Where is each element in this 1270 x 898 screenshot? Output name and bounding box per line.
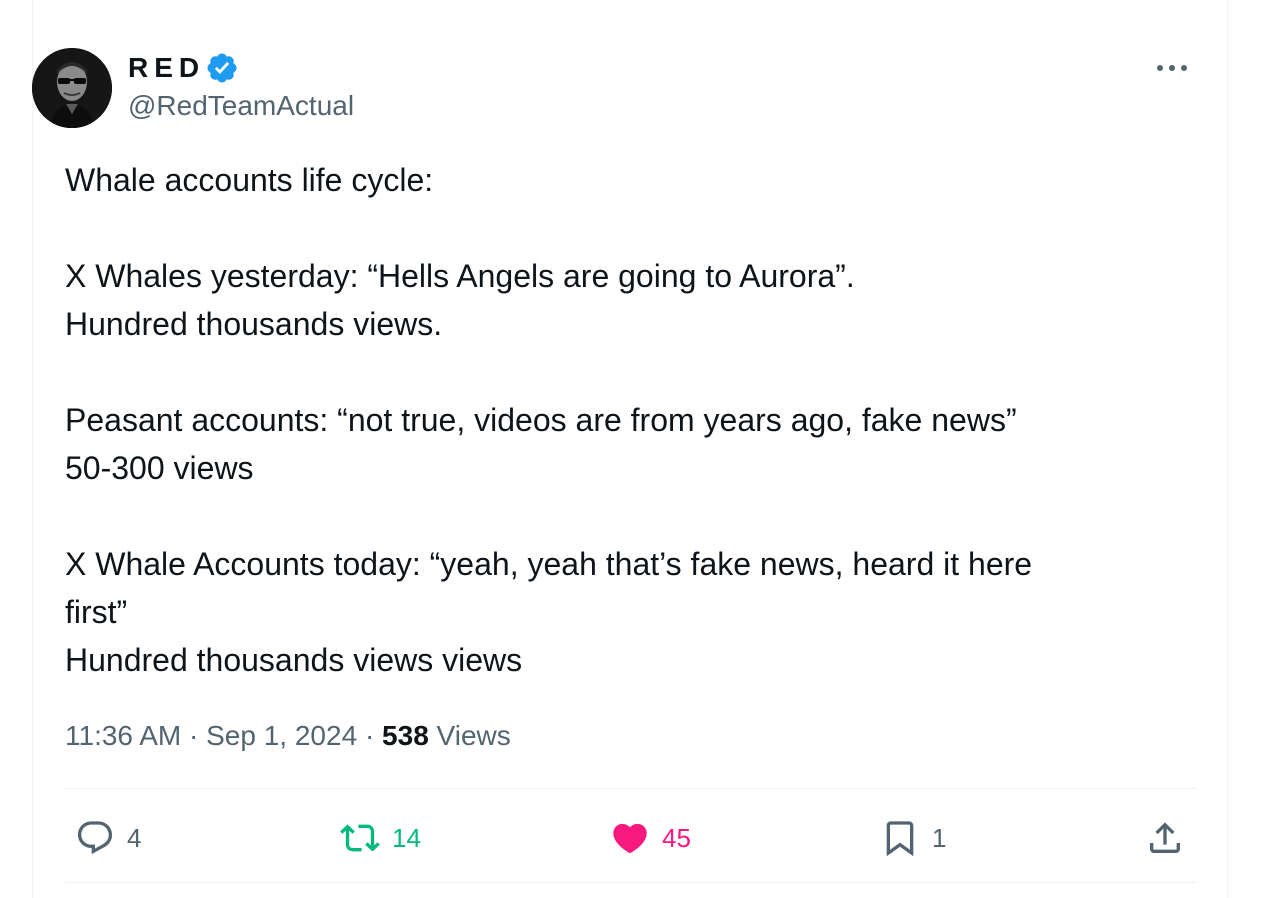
share-icon [1150, 822, 1180, 853]
share-button[interactable] [1145, 810, 1185, 866]
divider [65, 788, 1197, 789]
reply-icon [77, 821, 113, 855]
tweet-line [65, 348, 1165, 396]
tweet-line [65, 492, 1165, 540]
views-count: 538 [382, 720, 429, 751]
views-label: Views [436, 720, 511, 751]
reply-count: 4 [127, 822, 142, 853]
avatar-image [32, 48, 112, 128]
avatar[interactable] [32, 48, 112, 128]
tweet-header: RED @RedTeamActual [32, 48, 1192, 128]
heart-icon [613, 823, 647, 854]
divider [65, 882, 1197, 883]
bookmark-count: 1 [932, 822, 947, 853]
display-name-row[interactable]: RED [128, 50, 354, 86]
bookmark-button[interactable]: 1 [880, 810, 946, 866]
tweet-line: Peasant accounts: “not true, videos are … [65, 402, 1017, 438]
verified-badge-icon[interactable] [205, 51, 239, 85]
tweet-line: first” [65, 594, 128, 630]
tweet-line: 50-300 views [65, 450, 254, 486]
action-bar: 4 14 45 1 [65, 810, 1197, 866]
tweet-line: X Whale Accounts today: “yeah, yeah that… [65, 546, 1033, 582]
meta-separator: · [189, 720, 199, 751]
like-button[interactable]: 45 [610, 810, 691, 866]
retweet-button[interactable]: 14 [340, 810, 421, 866]
like-count: 45 [662, 822, 691, 853]
reply-button[interactable]: 4 [75, 810, 141, 866]
meta-separator: · [364, 720, 375, 751]
more-horizontal-icon [1157, 65, 1187, 71]
tweet-line: Hundred thousands views. [65, 306, 443, 342]
tweet-text: Whale accounts life cycle: X Whales yest… [65, 156, 1165, 684]
retweet-count: 14 [392, 822, 421, 853]
tweet-line [65, 204, 1165, 252]
tweet-line: Hundred thousands views views [65, 642, 523, 678]
tweet-line: X Whales yesterday: “Hells Angels are go… [65, 258, 855, 294]
more-options-button[interactable] [1152, 56, 1192, 80]
retweet-icon [340, 824, 380, 852]
tweet-time[interactable]: 11:36 AM [65, 720, 181, 751]
display-name[interactable]: RED [128, 52, 205, 84]
author-names: RED @RedTeamActual [128, 50, 354, 122]
tweet-meta: 11:36 AM · Sep 1, 2024 · 538 Views [65, 716, 511, 756]
tweet-date[interactable]: Sep 1, 2024 [206, 720, 357, 751]
bookmark-icon [886, 821, 914, 857]
author-handle[interactable]: @RedTeamActual [128, 90, 354, 122]
tweet-line: Whale accounts life cycle: [65, 162, 434, 198]
